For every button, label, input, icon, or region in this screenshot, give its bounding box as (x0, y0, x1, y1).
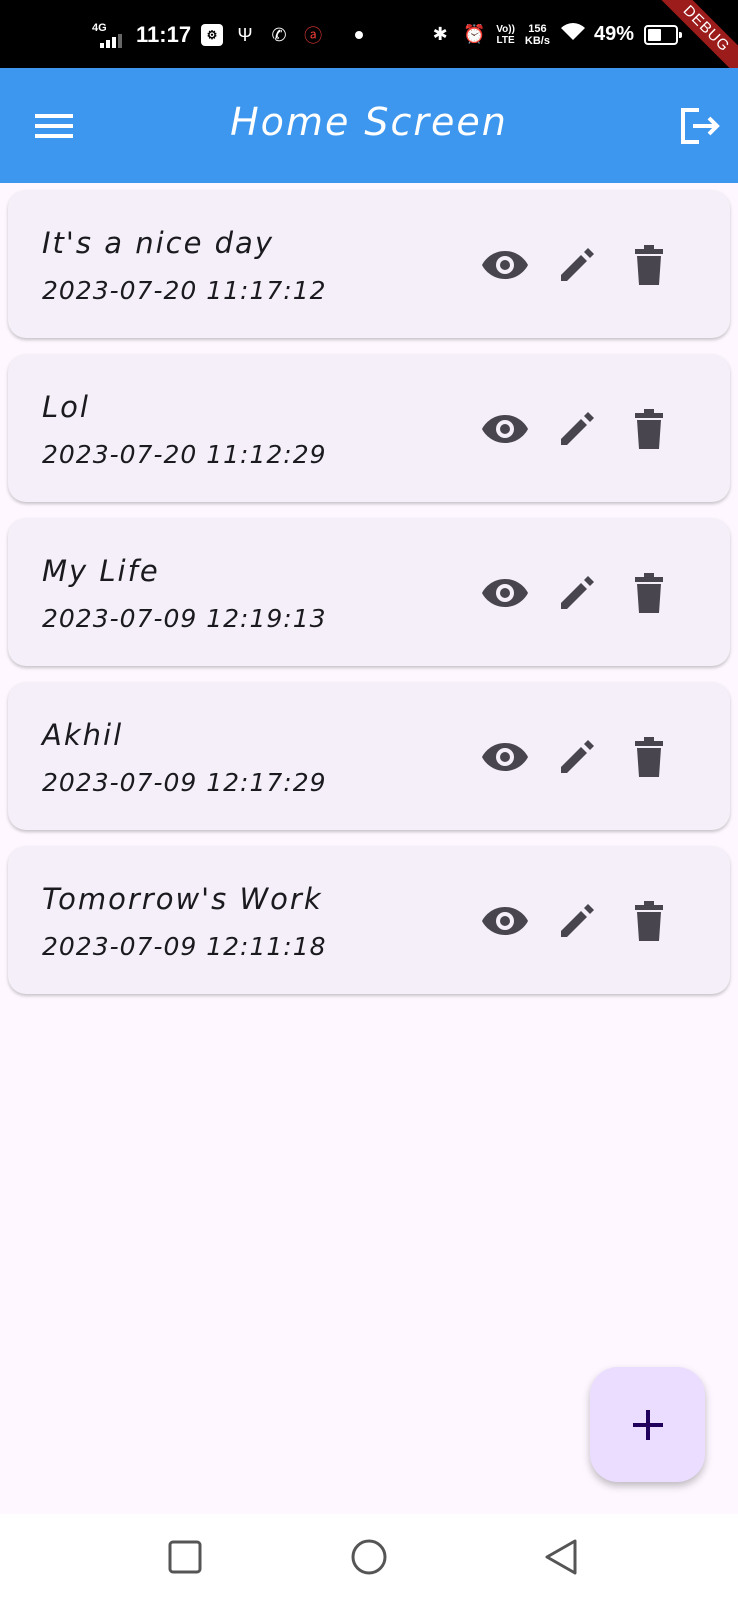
circle-icon (351, 1539, 387, 1575)
status-right: ✱ ⏰ Vo)) LTE 156 KB/s 49% (428, 22, 682, 47)
note-card[interactable]: Tomorrow's Work 2023-07-09 12:11:18 (8, 846, 730, 994)
note-actions (478, 566, 676, 620)
whatsapp-icon: ✆ (271, 24, 287, 45)
delete-button[interactable] (622, 238, 676, 292)
note-actions (478, 894, 676, 948)
trash-icon (635, 409, 663, 449)
eye-icon (482, 415, 528, 443)
view-button[interactable] (478, 238, 532, 292)
eye-icon (482, 579, 528, 607)
pencil-icon (561, 248, 594, 281)
trash-icon (635, 737, 663, 777)
view-button[interactable] (478, 566, 532, 620)
note-title: It's a nice day (42, 226, 274, 260)
note-actions (478, 238, 676, 292)
note-title: My Life (42, 554, 160, 588)
delete-button[interactable] (622, 894, 676, 948)
trash-icon (635, 901, 663, 941)
trash-icon (635, 573, 663, 613)
logout-button[interactable] (672, 98, 728, 154)
battery-percent: 49% (593, 23, 634, 45)
status-left: 4G 11:17 ⚙ Ψ ✆ ⓐ (92, 22, 364, 48)
view-button[interactable] (478, 730, 532, 784)
pencil-icon (561, 576, 594, 609)
airtel-icon: ⓐ (304, 26, 323, 46)
notes-list: It's a nice day 2023-07-20 11:17:12 Lol … (8, 190, 730, 1010)
square-icon (168, 1540, 202, 1574)
delete-button[interactable] (622, 566, 676, 620)
network-speed: 156 KB/s (525, 23, 550, 47)
notification-dot-icon (355, 31, 364, 39)
eye-icon (482, 251, 528, 279)
recents-button[interactable] (162, 1534, 208, 1580)
edit-button[interactable] (550, 730, 604, 784)
bluetooth-icon: ✱ (432, 24, 448, 44)
speed-unit: KB/s (524, 34, 550, 47)
note-card[interactable]: Akhil 2023-07-09 12:17:29 (8, 682, 730, 830)
note-actions (478, 402, 676, 456)
note-date: 2023-07-09 12:19:13 (42, 604, 327, 633)
delete-button[interactable] (622, 730, 676, 784)
note-card[interactable]: My Life 2023-07-09 12:19:13 (8, 518, 730, 666)
battery-icon (644, 24, 682, 45)
alarm-icon: ⏰ (462, 24, 486, 44)
volte-indicator: Vo)) LTE (496, 24, 515, 46)
network-type: 4G (92, 22, 107, 34)
usb-debug-icon: ⚙ (201, 24, 224, 46)
signal-icon: 4G (92, 22, 126, 48)
status-bar: 4G 11:17 ⚙ Ψ ✆ ⓐ ✱ ⏰ Vo)) LTE 156 KB/s 4… (0, 0, 738, 68)
pencil-icon (561, 904, 594, 937)
note-card[interactable]: Lol 2023-07-20 11:12:29 (8, 354, 730, 502)
back-triangle-icon (545, 1539, 577, 1575)
eye-icon (482, 907, 528, 935)
edit-button[interactable] (550, 566, 604, 620)
view-button[interactable] (478, 402, 532, 456)
battery-fill (648, 28, 661, 41)
delete-button[interactable] (622, 402, 676, 456)
note-date: 2023-07-20 11:17:12 (42, 276, 327, 305)
back-button[interactable] (538, 1534, 584, 1580)
speed-value: 156 (528, 22, 547, 35)
edit-button[interactable] (550, 238, 604, 292)
home-button[interactable] (346, 1534, 392, 1580)
trash-icon (635, 245, 663, 285)
page-title: Home Screen (230, 100, 508, 144)
system-nav-bar (0, 1514, 738, 1600)
note-title: Lol (42, 390, 90, 424)
usb-icon: Ψ (237, 24, 253, 45)
note-actions (478, 730, 676, 784)
edit-button[interactable] (550, 402, 604, 456)
note-title: Tomorrow's Work (42, 882, 323, 916)
eye-icon (482, 743, 528, 771)
pencil-icon (561, 412, 594, 445)
note-card[interactable]: It's a nice day 2023-07-20 11:17:12 (8, 190, 730, 338)
pencil-icon (561, 740, 594, 773)
lte-label: LTE (496, 34, 515, 46)
edit-button[interactable] (550, 894, 604, 948)
add-note-button[interactable] (590, 1367, 705, 1482)
status-time: 11:17 (136, 22, 192, 47)
volte-label: Vo)) (496, 23, 515, 35)
app-bar: Home Screen (0, 68, 738, 183)
plus-icon (632, 1409, 663, 1440)
view-button[interactable] (478, 894, 532, 948)
wifi-icon (560, 22, 585, 47)
note-date: 2023-07-20 11:12:29 (42, 440, 327, 469)
note-date: 2023-07-09 12:17:29 (42, 768, 327, 797)
logout-icon (681, 108, 720, 144)
note-date: 2023-07-09 12:11:18 (42, 932, 327, 961)
note-title: Akhil (42, 718, 124, 752)
